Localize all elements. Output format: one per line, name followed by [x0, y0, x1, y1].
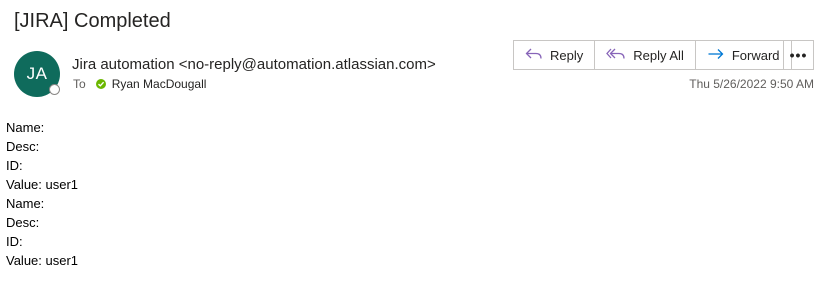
recipient-line: To Ryan MacDougall — [73, 77, 206, 91]
body-line: ID: — [6, 158, 23, 173]
more-options-button[interactable]: ••• — [783, 40, 814, 70]
presence-status-icon — [49, 84, 60, 95]
body-line: Name: — [6, 196, 45, 211]
sender-name[interactable]: Jira automation <no-reply@automation.atl… — [72, 56, 436, 73]
reply-label: Reply — [550, 47, 584, 63]
forward-label: Forward — [731, 47, 780, 63]
recipient-name[interactable]: Ryan MacDougall — [112, 77, 207, 91]
received-timestamp: Thu 5/26/2022 9:50 AM — [689, 77, 814, 91]
reply-all-button[interactable]: Reply All — [594, 41, 695, 69]
body-line: Desc: — [6, 139, 40, 154]
reply-all-icon — [606, 47, 626, 64]
available-status-icon — [95, 79, 106, 89]
message-body: Name: Desc: ID: Value: user1 Name: Desc:… — [6, 118, 78, 270]
reply-icon — [525, 47, 543, 64]
forward-icon — [707, 47, 725, 64]
more-icon: ••• — [789, 47, 808, 63]
email-subject: [JIRA] Completed — [14, 10, 171, 32]
to-label: To — [73, 77, 86, 91]
reply-all-label: Reply All — [633, 47, 684, 63]
reply-button[interactable]: Reply — [514, 41, 594, 69]
forward-button[interactable]: Forward — [694, 41, 791, 69]
body-line: Name: — [6, 120, 45, 135]
body-line: Value: user1 — [6, 177, 79, 192]
body-line: ID: — [6, 234, 23, 249]
body-line: Desc: — [6, 215, 40, 230]
body-line: Value: user1 — [6, 253, 79, 268]
message-actions: Reply Reply All Forward — [513, 40, 792, 70]
